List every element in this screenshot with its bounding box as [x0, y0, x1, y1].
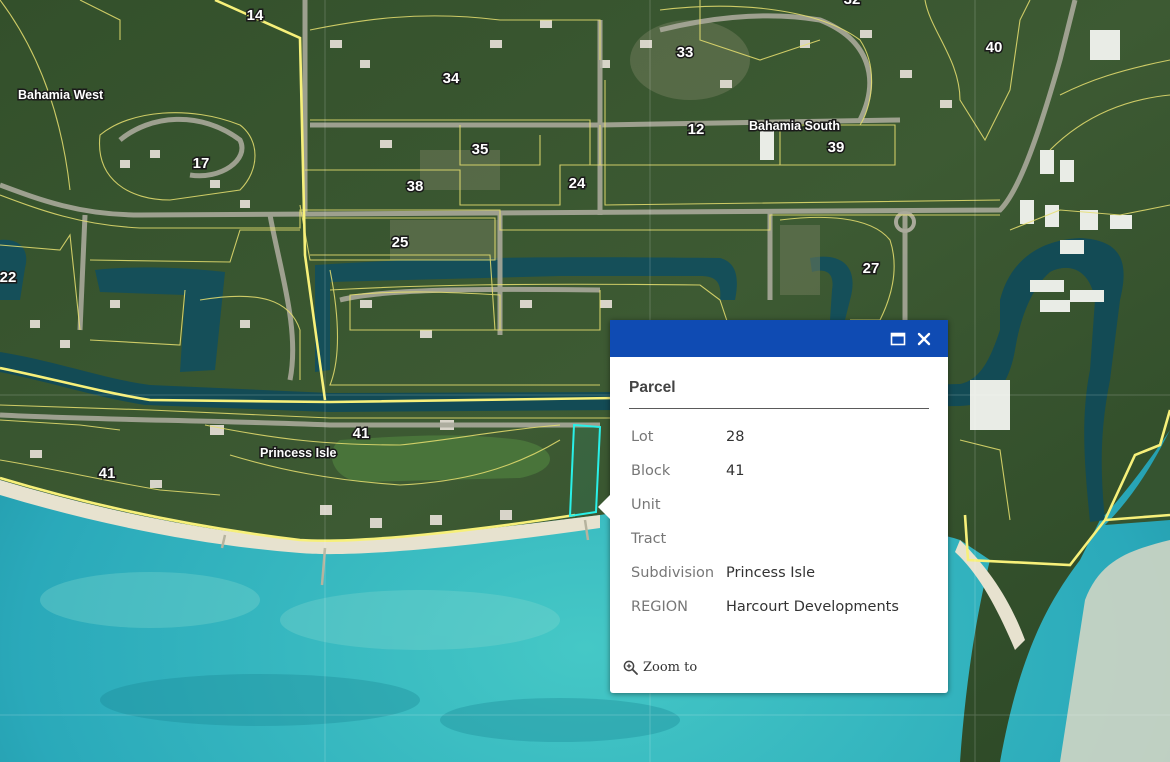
attribute-value — [726, 522, 899, 556]
green-area — [331, 435, 550, 482]
area-label-bahamia-west: Bahamia West — [18, 88, 104, 102]
map-view[interactable]: Bahamia West Bahamia South Princess Isle… — [0, 0, 1170, 762]
popup-title: Parcel — [629, 379, 676, 396]
popup-divider — [629, 408, 929, 409]
parcel-label: 25 — [392, 234, 409, 251]
zoom-to-label: Zoom to — [643, 660, 698, 675]
parcel-label: 22 — [0, 269, 16, 286]
parcel-label: 38 — [407, 178, 424, 195]
attribute-value: 41 — [726, 463, 745, 479]
attribute-row: Tract — [631, 522, 899, 556]
area-label-princess-isle: Princess Isle — [260, 446, 336, 460]
popup-header — [610, 320, 948, 357]
attribute-label: Subdivision — [631, 565, 715, 581]
parcel-label: 14 — [247, 7, 264, 24]
attribute-row: Lot 28 — [631, 420, 899, 454]
attribute-value: Harcourt Developments — [726, 599, 899, 615]
zoom-in-icon — [623, 660, 638, 675]
attribute-row: Unit — [631, 488, 899, 522]
attribute-label: REGION — [631, 599, 689, 615]
popup-pointer — [598, 495, 610, 519]
attribute-row: REGION Harcourt Developments — [631, 590, 899, 624]
parcel-label: 41 — [353, 425, 370, 442]
attribute-value: 28 — [726, 429, 745, 445]
attribute-row: Subdivision Princess Isle — [631, 556, 899, 590]
maximize-icon[interactable] — [889, 330, 907, 348]
parcel-label: 33 — [677, 44, 694, 61]
attribute-value: Princess Isle — [726, 565, 816, 581]
attribute-label: Tract — [631, 531, 667, 547]
parcel-label: 12 — [688, 121, 705, 138]
parcel-label: 34 — [443, 70, 460, 87]
parcel-label: 17 — [193, 155, 210, 172]
close-icon[interactable] — [915, 330, 933, 348]
parcel-label: 39 — [828, 139, 845, 156]
parcel-popup: Parcel Lot 28 Block 41 Unit Tract Subdivis… — [598, 320, 948, 693]
attribute-label: Unit — [631, 497, 661, 513]
parcel-label: 24 — [569, 175, 586, 192]
attribute-label: Block — [631, 463, 671, 479]
attribute-label: Lot — [631, 429, 654, 445]
parcel-label: 35 — [472, 141, 489, 158]
area-label-bahamia-south: Bahamia South — [749, 119, 840, 133]
parcel-label: 40 — [986, 39, 1003, 56]
attribute-row: Block 41 — [631, 454, 899, 488]
selected-parcel[interactable] — [568, 423, 602, 518]
attribute-table: Lot 28 Block 41 Unit Tract Subdivision Prin… — [631, 420, 899, 624]
parcel-label: 27 — [863, 260, 880, 277]
parcel-label: 41 — [99, 465, 116, 482]
zoom-to-link[interactable]: Zoom to — [623, 660, 697, 675]
parcel-label: 32 — [844, 0, 861, 8]
attribute-value — [726, 488, 899, 522]
